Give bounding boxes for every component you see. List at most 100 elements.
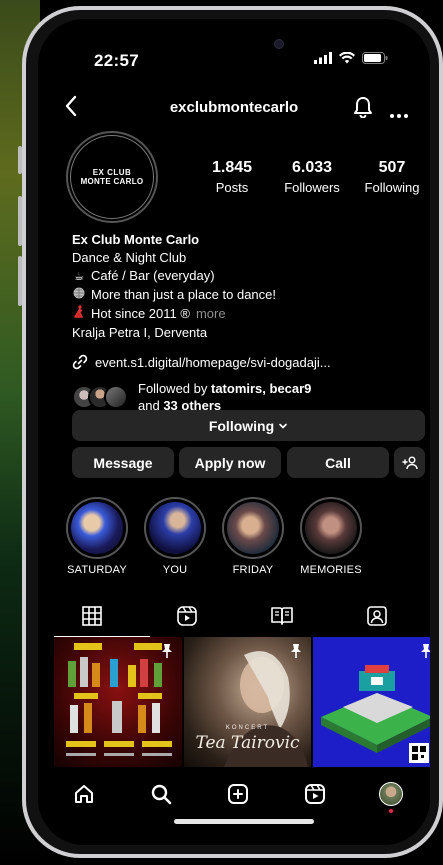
tab-grid[interactable] xyxy=(80,604,104,628)
mute-switch xyxy=(18,146,22,174)
bio-more-link[interactable]: more xyxy=(196,306,226,321)
profile-tabs xyxy=(38,604,430,638)
volume-down-button xyxy=(18,256,22,306)
nav-reels[interactable] xyxy=(302,781,328,807)
bio-line: More than just a place to dance! xyxy=(72,286,412,305)
highlight-image xyxy=(149,502,201,554)
pinned-post-icon xyxy=(289,643,303,664)
suggested-users-button[interactable] xyxy=(394,447,425,478)
stat-followers[interactable]: 6.033 Followers xyxy=(276,159,348,195)
bio-line-text: Hot since 2011 ® xyxy=(91,306,190,321)
apply-now-button[interactable]: Apply now xyxy=(179,447,281,478)
status-icons xyxy=(314,52,388,64)
stat-label: Posts xyxy=(215,180,249,195)
tagged-person-icon xyxy=(367,606,387,626)
club-logo: EX CLUB MONTE CARLO xyxy=(70,135,154,219)
call-button[interactable]: Call xyxy=(287,447,389,478)
dancer-icon xyxy=(72,305,86,324)
profile-link-text: event.s1.digital/homepage/svi-dogadaji..… xyxy=(95,354,331,370)
tab-reels[interactable] xyxy=(175,604,199,628)
signal-icon xyxy=(314,52,332,64)
stat-following[interactable]: 507 Following xyxy=(356,159,428,195)
profile-avatar[interactable]: EX CLUB MONTE CARLO xyxy=(66,131,158,223)
search-icon xyxy=(151,784,172,805)
highlight-ring xyxy=(66,497,128,559)
link-icon xyxy=(72,354,88,370)
highlight-you[interactable]: YOU xyxy=(142,497,208,576)
message-button[interactable]: Message xyxy=(72,447,174,478)
profile-stats: 1.845 Posts 6.033 Followers 507 Followin… xyxy=(196,159,428,195)
post-koncert-tea-tairovic[interactable]: KONCERT Tea Tairovic xyxy=(183,637,312,767)
grid-icon xyxy=(82,606,102,626)
stat-posts[interactable]: 1.845 Posts xyxy=(196,159,268,195)
profile-link[interactable]: event.s1.digital/homepage/svi-dogadaji..… xyxy=(72,354,331,370)
profile-avatar-icon xyxy=(379,782,403,806)
more-options-button[interactable] xyxy=(390,105,408,123)
tab-tagged[interactable] xyxy=(365,604,389,628)
highlight-label: SATURDAY xyxy=(67,564,127,576)
add-post-icon xyxy=(228,784,248,804)
stat-value: 1.845 xyxy=(211,159,253,176)
battery-icon xyxy=(362,52,388,64)
tab-guides[interactable] xyxy=(270,604,294,628)
profile-header: exclubmontecarlo xyxy=(38,93,430,123)
highlight-image xyxy=(227,502,279,554)
posts-grid: KONCERT Tea Tairovic xyxy=(54,637,430,767)
wifi-icon xyxy=(339,52,355,64)
highlight-ring xyxy=(300,497,362,559)
nav-home[interactable] xyxy=(71,781,97,807)
coffee-cup-icon: ☕ xyxy=(74,271,84,283)
pinned-post-icon xyxy=(160,643,174,664)
phone-frame: 22:57 exclubmontecarlo EX CLUB MONTE CAR… xyxy=(18,6,443,858)
highlight-ring xyxy=(144,497,206,559)
profile-address: Kralja Petra I, Derventa xyxy=(72,325,208,340)
followed-by-prefix: Followed by xyxy=(138,381,211,396)
guide-book-icon xyxy=(271,607,293,625)
bio-line: ☕ Café / Bar (everyday) xyxy=(72,267,412,286)
bio-line-text: Café / Bar (everyday) xyxy=(91,268,215,283)
pinned-post-icon xyxy=(419,643,430,664)
reels-icon xyxy=(177,606,197,626)
bio-line: Hot since 2011 ® more xyxy=(72,305,412,324)
post-caption-name: Tea Tairovic xyxy=(195,733,300,753)
nav-create[interactable] xyxy=(225,781,251,807)
volume-up-button xyxy=(18,196,22,246)
reels-icon xyxy=(305,784,325,804)
following-button-label: Following xyxy=(208,417,275,434)
notifications-button[interactable] xyxy=(352,96,374,123)
stat-label: Followers xyxy=(284,180,340,195)
followed-by-names: tatomirs, becar9 xyxy=(210,381,312,396)
highlight-label: YOU xyxy=(162,564,188,576)
profile-bio: Ex Club Monte Carlo Dance & Night Club ☕… xyxy=(72,231,412,342)
home-indicator[interactable] xyxy=(174,819,314,824)
post-caption-top: KONCERT xyxy=(225,725,270,731)
stat-value: 507 xyxy=(378,159,406,176)
ellipsis-icon xyxy=(390,114,408,118)
bio-line-text: More than just a place to dance! xyxy=(91,287,277,302)
front-camera xyxy=(274,39,284,49)
highlight-friday[interactable]: FRIDAY xyxy=(220,497,286,576)
profile-display-name: Ex Club Monte Carlo xyxy=(72,232,200,247)
highlight-image xyxy=(71,502,123,554)
following-button[interactable]: Following xyxy=(72,410,425,441)
nav-profile[interactable] xyxy=(378,781,404,807)
bottom-nav xyxy=(38,771,430,845)
highlight-label: FRIDAY xyxy=(232,564,274,576)
stat-value: 6.033 xyxy=(291,159,333,176)
chevron-down-icon xyxy=(279,423,287,428)
nav-search[interactable] xyxy=(148,781,174,807)
clock: 22:57 xyxy=(94,51,139,70)
highlight-saturday[interactable]: SATURDAY xyxy=(64,497,130,576)
notification-dot xyxy=(389,809,393,813)
highlight-image xyxy=(305,502,357,554)
app-screen: 22:57 exclubmontecarlo EX CLUB MONTE CAR… xyxy=(38,19,430,845)
post-drinks-menu[interactable] xyxy=(54,637,182,767)
follower-avatar xyxy=(104,385,128,409)
followed-by[interactable]: Followed by tatomirs, becar9 and 33 othe… xyxy=(72,380,311,414)
highlight-label: MEMORIES xyxy=(300,564,362,576)
highlight-memories[interactable]: MEMORIES xyxy=(298,497,364,576)
followed-by-text: Followed by tatomirs, becar9 and 33 othe… xyxy=(138,380,311,414)
bell-icon xyxy=(354,97,372,119)
add-person-icon xyxy=(401,456,418,469)
post-club-floorplan[interactable] xyxy=(313,637,430,767)
